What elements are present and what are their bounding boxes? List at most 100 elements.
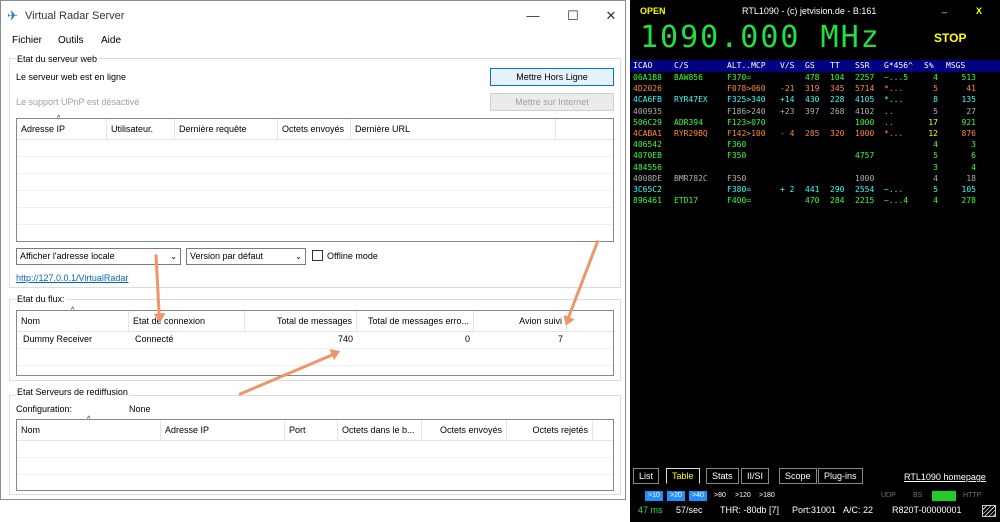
tab-stats[interactable]: Stats <box>706 468 739 484</box>
version-combo[interactable]: Version par défaut ⌄ <box>186 248 306 265</box>
minimize-button[interactable]: — <box>511 5 555 27</box>
col-tt[interactable]: TT <box>830 61 840 70</box>
sort-up-icon: ^ <box>57 115 61 122</box>
col-adresse-ip[interactable]: Adresse IP <box>17 119 107 139</box>
col-signal-pct[interactable]: S% <box>924 61 934 70</box>
aircraft-row[interactable]: 484556 3 4 <box>630 163 1000 174</box>
col-adresse-ip[interactable]: Adresse IP <box>161 420 285 440</box>
aircraft-row[interactable]: 406542 F360 4 3 <box>630 140 1000 151</box>
aircraft-vs: +23 <box>780 106 795 116</box>
flux-group-label: Etat du flux: <box>16 294 66 304</box>
aircraft-msgs: 278 <box>961 196 976 206</box>
col-msgs[interactable]: MSGS <box>946 61 965 70</box>
table-row[interactable]: Dummy Receiver Connecté 740 0 7 <box>17 331 613 348</box>
col-octets-envoyes[interactable]: Octets envoyés <box>278 119 351 139</box>
open-button[interactable]: OPEN <box>640 6 666 16</box>
vrs-window: ✈ Virtual Radar Server — ☐ ✕ Fichier Out… <box>0 0 626 500</box>
aircraft-signal: ~...5 <box>884 73 909 82</box>
col-derniere-requete[interactable]: Dernière requête <box>175 119 278 139</box>
col-altitude[interactable]: ALT..MCP <box>727 61 766 70</box>
col-signal[interactable]: G*456^ <box>884 61 913 70</box>
col-total-messages[interactable]: Total de messages <box>245 311 357 331</box>
aircraft-icao: 406542 <box>633 140 662 150</box>
aircraft-ssr: 1000 <box>855 117 875 127</box>
col-utilisateur[interactable]: Utilisateur. <box>107 119 175 139</box>
menu-aide[interactable]: Aide <box>101 35 121 46</box>
col-octets-envoyes[interactable]: Octets envoyés <box>422 420 507 440</box>
aircraft-tt: 228 <box>830 95 845 105</box>
config-label: Configuration: <box>16 404 73 414</box>
minimize-button[interactable]: _ <box>942 3 947 13</box>
col-callsign[interactable]: C/S <box>674 61 688 70</box>
col-port[interactable]: Port <box>285 420 338 440</box>
aircraft-signal-pct: 5 <box>933 106 938 116</box>
tab-plugins[interactable]: Plug-ins <box>818 468 863 484</box>
aircraft-msgs: 135 <box>961 95 976 105</box>
port: Port:31001 <box>792 505 837 515</box>
col-derniere-url[interactable]: Dernière URL <box>351 119 556 139</box>
internet-button[interactable]: Mettre sur Internet <box>490 93 614 111</box>
col-vs[interactable]: V/S <box>780 61 794 70</box>
tab-iisi[interactable]: II/SI <box>741 468 770 484</box>
proto-bs: BS <box>913 492 923 499</box>
aircraft-signal: .. <box>884 117 894 127</box>
aircraft-signal-pct: 4 <box>933 140 938 150</box>
menu-fichier[interactable]: Fichier <box>12 35 42 46</box>
range-20[interactable]: >20 <box>667 491 685 501</box>
aircraft-row[interactable]: 4CABA1 RYR29BQ F142>100 - 4 285 320 1000 *... 12… <box>630 129 1000 140</box>
offline-button[interactable]: Mettre Hors Ligne <box>490 68 614 86</box>
proto-http: HTTP <box>963 492 982 499</box>
upnp-status: Le support UPnP est désactivé <box>16 97 140 107</box>
col-avion-suivi[interactable]: Avion suivi <box>474 311 567 331</box>
aircraft-row[interactable]: 06A1B8 BAW856 F370= 478 104 2257 ~...5 4 513 <box>630 73 1000 84</box>
aircraft-callsign: BMR782C <box>674 173 708 183</box>
threshold: THR: -80db [7] <box>720 505 780 515</box>
tab-table[interactable]: Table <box>666 468 700 484</box>
web-server-status: Le serveur web est en ligne <box>16 72 127 82</box>
menu-outils[interactable]: Outils <box>58 35 84 46</box>
col-octets-buffer[interactable]: Octets dans le b... <box>338 420 422 440</box>
col-etat-connexion[interactable]: Etat de connexion <box>129 311 245 331</box>
range-80[interactable]: >80 <box>711 491 729 501</box>
aircraft-gs: 397 <box>805 106 820 116</box>
aircraft-signal: ~...4 <box>884 196 909 206</box>
aircraft-gs: 470 <box>805 196 820 206</box>
range-40[interactable]: >40 <box>689 491 707 501</box>
range-120[interactable]: >120 <box>732 491 754 501</box>
offline-mode-checkbox[interactable] <box>312 250 323 261</box>
col-nom[interactable]: Nom <box>17 311 129 331</box>
col-ssr[interactable]: SSR <box>855 61 869 70</box>
aircraft-msgs: 876 <box>961 129 976 138</box>
tab-list[interactable]: List <box>633 468 660 484</box>
aircraft-altitude: F370= <box>727 73 752 82</box>
stop-button[interactable]: STOP <box>934 31 966 45</box>
aircraft-row[interactable]: 4008DE BMR782C F350 1000 4 18 <box>630 174 1000 185</box>
receiver-total-messages: 740 <box>337 334 353 344</box>
range-10[interactable]: >10 <box>645 491 663 501</box>
close-button[interactable]: X <box>976 6 982 16</box>
aircraft-gs: 478 <box>805 73 820 82</box>
aircraft-row[interactable]: 400935 F186>240 +23 397 268 4102.. 5 27 <box>630 107 1000 118</box>
aircraft-row[interactable]: 4D2026 F078>060 -21 319 345 5714 *... 5 41 <box>630 84 1000 95</box>
aircraft-row[interactable]: 4070EB F350 4757 5 6 <box>630 151 1000 162</box>
close-button[interactable]: ✕ <box>589 5 633 27</box>
homepage-link[interactable]: RTL1090 homepage <box>904 472 986 482</box>
col-nom[interactable]: Nom <box>17 420 161 440</box>
aircraft-row[interactable]: 896461 ETD17 F400= 470 284 2215 ~...4 4 278 <box>630 196 1000 207</box>
aircraft-row[interactable]: 4CA6FB RYR47EX F325>340 +14 430 228 4105 *... 8 1… <box>630 95 1000 106</box>
aircraft-ssr: 4105 <box>855 95 875 105</box>
aircraft-ssr: 1000 <box>855 173 875 183</box>
aircraft-row[interactable]: 3C65C2 F380= + 2 441 290 2554 ~... 5 105 <box>630 185 1000 196</box>
aircraft-row[interactable]: 506C29 ADR394 F123>070 1000.. 17 921 <box>630 118 1000 129</box>
range-180[interactable]: >180 <box>756 491 778 501</box>
tab-scope[interactable]: Scope <box>779 468 817 484</box>
col-gs[interactable]: GS <box>805 61 815 70</box>
col-icao[interactable]: ICAO <box>633 61 652 70</box>
aircraft-icao: 484556 <box>633 162 662 172</box>
col-total-erreurs[interactable]: Total de messages erro... <box>357 311 474 331</box>
resize-grip-icon[interactable] <box>982 505 996 517</box>
aircraft-msgs: 105 <box>961 185 976 194</box>
local-url-link[interactable]: http://127.0.0.1/VirtualRadar <box>16 273 128 283</box>
col-octets-rejetes[interactable]: Octets rejetés <box>507 420 593 440</box>
aircraft-vs: -21 <box>780 84 795 94</box>
